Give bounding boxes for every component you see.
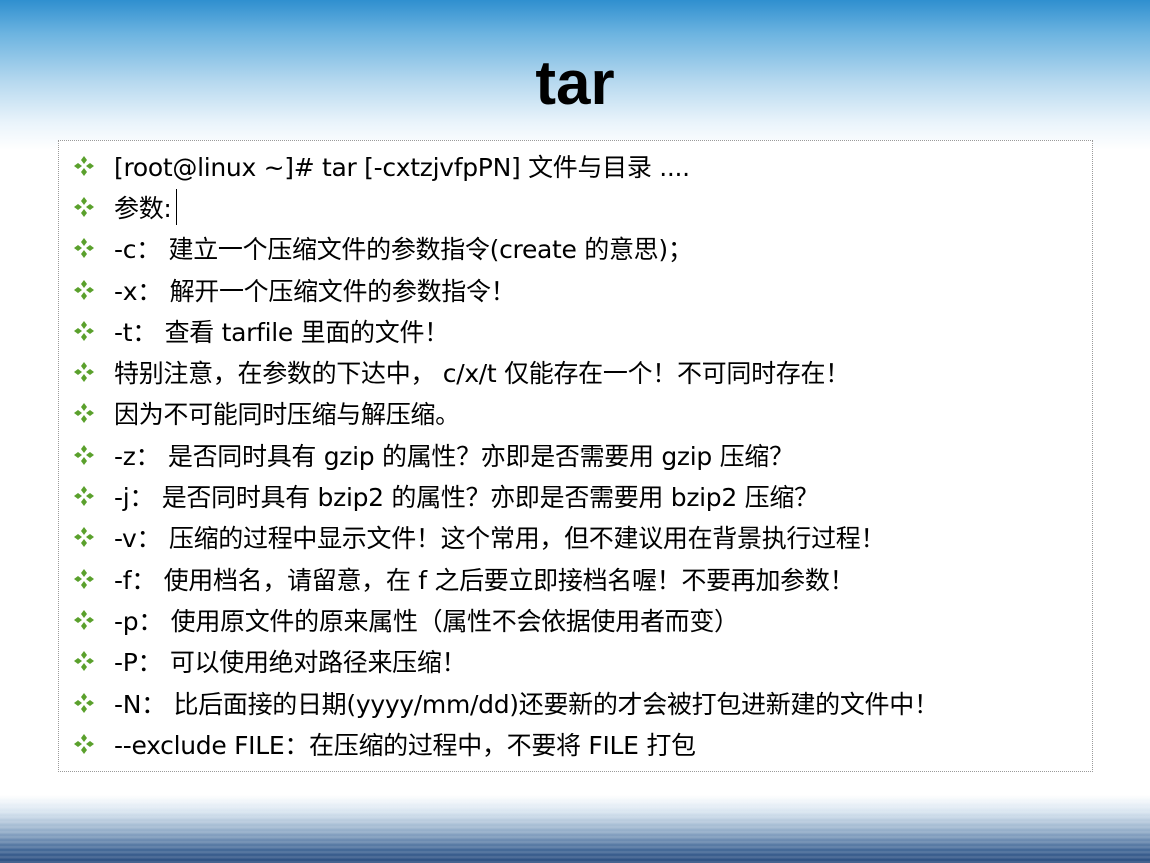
list-item: 参数:	[73, 186, 939, 227]
list-item: -v： 压缩的过程中显示文件！这个常用，但不建议用在背景执行过程！	[73, 517, 939, 558]
bullet-icon	[74, 609, 94, 630]
slide-title: tar	[535, 49, 615, 118]
bullet-text: -N： 比后面接的日期(yyyy/mm/dd)还要新的才会被打包进新建的文件中！	[114, 689, 939, 719]
bullet-text: -j： 是否同时具有 bzip2 的属性？亦即是否需要用 bzip2 压缩？	[114, 483, 819, 513]
bullet-text: -f： 使用档名，请留意，在 f 之后要立即接档名喔！不要再加参数！	[114, 565, 855, 595]
list-item: -N： 比后面接的日期(yyyy/mm/dd)还要新的才会被打包进新建的文件中！	[73, 682, 939, 723]
bullet-text: -t： 查看 tarfile 里面的文件！	[114, 317, 449, 347]
bullet-text: [root@linux ~]# tar [-cxtzjvfpPN] 文件与目录 …	[114, 152, 690, 182]
bullet-icon	[74, 527, 94, 548]
bullet-text: -z： 是否同时具有 gzip 的属性？亦即是否需要用 gzip 压缩？	[114, 441, 794, 471]
bullet-text: -c： 建立一个压缩文件的参数指令(create 的意思)；	[114, 235, 693, 265]
list-item: -f： 使用档名，请留意，在 f 之后要立即接档名喔！不要再加参数！	[73, 558, 939, 599]
list-item: -c： 建立一个压缩文件的参数指令(create 的意思)；	[73, 228, 939, 269]
bullet-list: [root@linux ~]# tar [-cxtzjvfpPN] 文件与目录 …	[73, 145, 939, 764]
bullet-icon	[74, 238, 94, 259]
bullet-icon	[74, 155, 94, 176]
bullet-text: 特别注意，在参数的下达中， c/x/t 仅能存在一个！不可同时存在！	[114, 359, 850, 389]
bullet-icon	[74, 279, 94, 300]
list-item: [root@linux ~]# tar [-cxtzjvfpPN] 文件与目录 …	[73, 145, 939, 186]
bullet-icon	[74, 486, 94, 507]
text-cursor	[175, 188, 177, 225]
list-item: -z： 是否同时具有 gzip 的属性？亦即是否需要用 gzip 压缩？	[73, 434, 939, 475]
list-item: -p： 使用原文件的原来属性（属性不会依据使用者而变）	[73, 599, 939, 640]
bullet-icon	[74, 444, 94, 465]
list-item: -x： 解开一个压缩文件的参数指令！	[73, 269, 939, 310]
list-item: 特别注意，在参数的下达中， c/x/t 仅能存在一个！不可同时存在！	[73, 351, 939, 392]
bullet-text: -P： 可以使用绝对路径来压缩！	[114, 648, 467, 678]
bullet-icon	[74, 362, 94, 383]
bullet-text: -p： 使用原文件的原来属性（属性不会依据使用者而变）	[114, 606, 739, 636]
content-box: [root@linux ~]# tar [-cxtzjvfpPN] 文件与目录 …	[58, 140, 1093, 772]
bullet-icon	[74, 320, 94, 341]
list-item: -j： 是否同时具有 bzip2 的属性？亦即是否需要用 bzip2 压缩？	[73, 475, 939, 516]
footer-gradient-band	[0, 795, 1150, 863]
bullet-icon	[74, 651, 94, 672]
list-item: -t： 查看 tarfile 里面的文件！	[73, 310, 939, 351]
list-item: 因为不可能同时压缩与解压缩。	[73, 393, 939, 434]
list-item: -P： 可以使用绝对路径来压缩！	[73, 641, 939, 682]
bullet-icon	[74, 568, 94, 589]
list-item: --exclude FILE：在压缩的过程中，不要将 FILE 打包	[73, 723, 939, 764]
bullet-text: -v： 压缩的过程中显示文件！这个常用，但不建议用在背景执行过程！	[114, 524, 886, 554]
bullet-text: --exclude FILE：在压缩的过程中，不要将 FILE 打包	[114, 730, 696, 760]
bullet-icon	[74, 692, 94, 713]
bullet-icon	[74, 196, 94, 217]
bullet-text: 参数:	[114, 193, 172, 223]
bullet-icon	[74, 733, 94, 754]
bullet-text: -x： 解开一个压缩文件的参数指令！	[114, 276, 516, 306]
bullet-icon	[74, 403, 94, 424]
bullet-text: 因为不可能同时压缩与解压缩。	[114, 400, 460, 430]
